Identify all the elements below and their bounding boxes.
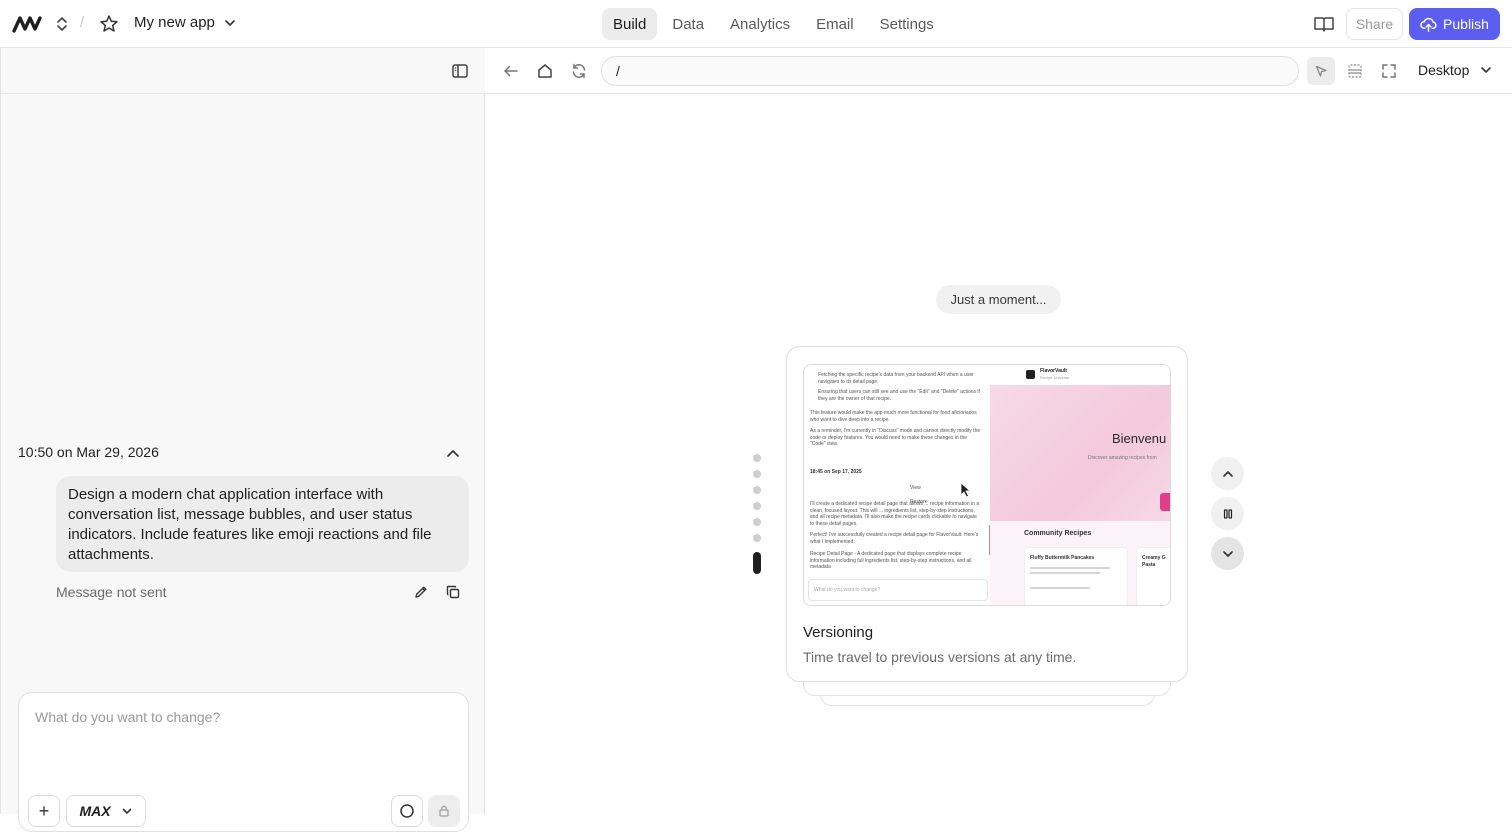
copy-icon[interactable]: [445, 584, 461, 600]
screenshot-line: [1030, 567, 1110, 569]
slide-dot[interactable]: [753, 502, 761, 510]
chevron-down-icon: [1481, 67, 1492, 74]
app-logo-icon[interactable]: [12, 12, 44, 36]
slide-dot[interactable]: [753, 470, 761, 478]
device-label: Desktop: [1418, 62, 1470, 78]
pencil-edit-icon[interactable]: [413, 584, 429, 600]
screenshot-text: FlavorVault: [1040, 368, 1067, 374]
screenshot-text: Discover amazing recipes from: [1088, 455, 1157, 461]
chat-panel-header: [1, 48, 485, 94]
slide-dot[interactable]: [753, 534, 761, 542]
chat-panel: 10:50 on Mar 29, 2026 Design a modern ch…: [0, 48, 485, 832]
screenshot-app-header: [990, 365, 1170, 385]
plus-icon: +: [38, 800, 50, 821]
slide-dot[interactable]: [753, 518, 761, 526]
app-name-dropdown[interactable]: My new app: [134, 14, 237, 31]
slide-dot-active[interactable]: [753, 552, 761, 574]
feature-tip-card: Fetching the specific recipe's data from…: [786, 346, 1188, 682]
preview-toolbar: / Desktop: [485, 48, 1512, 94]
app-name-label: My new app: [134, 14, 215, 31]
screenshot-brand-logo: [1026, 370, 1035, 379]
screenshot-chat-pane: Fetching the specific recipe's data from…: [804, 365, 991, 605]
discuss-toggle-button[interactable]: [391, 795, 423, 827]
screenshot-text: Creamy G Pasta: [1142, 555, 1166, 568]
project-switcher-icon[interactable]: [54, 14, 70, 34]
lock-icon: [439, 805, 449, 817]
screenshot-text: What do you want to change?: [814, 587, 881, 593]
screenshot-text: 18:45 on Sep 17, 2025: [810, 469, 862, 475]
pause-slides-button[interactable]: [1211, 497, 1244, 530]
mouse-cursor-icon: [960, 482, 972, 498]
screenshot-text: Bienvenu: [1112, 431, 1167, 446]
cloud-upload-icon: [1420, 17, 1437, 32]
pause-icon: [1223, 508, 1232, 519]
top-bar: / My new app Build Data Analytics Email …: [0, 0, 1512, 48]
previous-slide-button[interactable]: [1211, 457, 1244, 490]
tab-settings[interactable]: Settings: [869, 8, 945, 40]
tab-email[interactable]: Email: [805, 8, 865, 40]
feature-screenshot: Fetching the specific recipe's data from…: [803, 364, 1171, 606]
back-arrow-icon[interactable]: [502, 62, 520, 80]
publish-label: Publish: [1443, 16, 1489, 32]
screenshot-text: Perfect! I've successfully created a rec…: [810, 532, 979, 545]
screenshot-text: Community Recipes: [1024, 530, 1092, 537]
add-attachment-button[interactable]: +: [28, 795, 60, 827]
screenshot-app-pane: FlavorVault Recipe Universe Bienvenu Dis…: [990, 365, 1170, 605]
send-button[interactable]: [428, 795, 460, 827]
screenshot-text: Fluffy Buttermilk Pancakes: [1030, 555, 1095, 561]
screenshot-text: Fetching the specific recipe's data from…: [818, 372, 974, 385]
screenshot-text: This feature would make the app much mor…: [810, 410, 977, 423]
sidebar-toggle-icon[interactable]: [451, 62, 469, 80]
card-title: Versioning: [803, 624, 874, 641]
mode-label: MAX: [79, 803, 111, 819]
url-text: /: [616, 63, 620, 79]
breadcrumb-separator: /: [80, 14, 85, 31]
loading-message: Just a moment...: [936, 285, 1061, 314]
layout-panel-icon[interactable]: [1346, 62, 1364, 80]
card-description: Time travel to previous versions at any …: [803, 649, 1077, 665]
screenshot-text: Recipe Detail Page - A dedicated page th…: [810, 551, 972, 570]
message-composer: + MAX: [18, 692, 469, 832]
screenshot-text: I'll create a dedicated recipe detail pa…: [810, 501, 980, 527]
chevron-up-icon[interactable]: [445, 446, 461, 462]
slide-indicator: [752, 452, 762, 582]
cursor-pointer-icon: [1315, 65, 1327, 77]
slide-dot[interactable]: [753, 486, 761, 494]
chevron-down-icon: [1222, 550, 1233, 557]
tab-data[interactable]: Data: [661, 8, 715, 40]
screenshot-text: View: [910, 485, 921, 491]
url-input[interactable]: /: [601, 56, 1299, 86]
screenshot-text: Recipe Universe: [1040, 375, 1070, 380]
publish-button[interactable]: Publish: [1409, 8, 1500, 40]
mode-selector[interactable]: MAX: [66, 795, 146, 827]
tab-analytics[interactable]: Analytics: [719, 8, 801, 40]
message-timestamp: 10:50 on Mar 29, 2026: [18, 444, 159, 460]
chevron-down-icon: [225, 19, 235, 26]
device-selector[interactable]: Desktop: [1418, 62, 1493, 78]
home-icon[interactable]: [536, 62, 554, 80]
prompt-input[interactable]: [35, 709, 455, 769]
screenshot-line: [1030, 572, 1100, 574]
user-message-bubble: Design a modern chat application interfa…: [56, 476, 469, 572]
chevron-up-icon: [1222, 470, 1233, 477]
screenshot-text: As a reminder, I'm currently in "Discuss…: [810, 428, 981, 447]
fullscreen-icon[interactable]: [1380, 62, 1398, 80]
chevron-down-icon: [122, 808, 131, 815]
share-button[interactable]: Share: [1346, 8, 1403, 40]
slide-dot[interactable]: [753, 454, 761, 462]
tab-build[interactable]: Build: [602, 8, 658, 40]
select-element-button[interactable]: [1307, 57, 1335, 85]
star-icon[interactable]: [98, 13, 120, 35]
next-slide-button[interactable]: [1211, 537, 1244, 570]
message-status: Message not sent: [56, 584, 167, 600]
screenshot-line: [1030, 587, 1090, 589]
docs-book-icon[interactable]: [1313, 14, 1335, 34]
screenshot-text: Ensuring that users can still see and us…: [818, 389, 980, 402]
screenshot-pink-button: [1160, 493, 1170, 511]
main-nav: Build Data Analytics Email Settings: [602, 8, 945, 40]
refresh-icon[interactable]: [570, 62, 588, 80]
chat-circle-icon: [400, 804, 414, 818]
